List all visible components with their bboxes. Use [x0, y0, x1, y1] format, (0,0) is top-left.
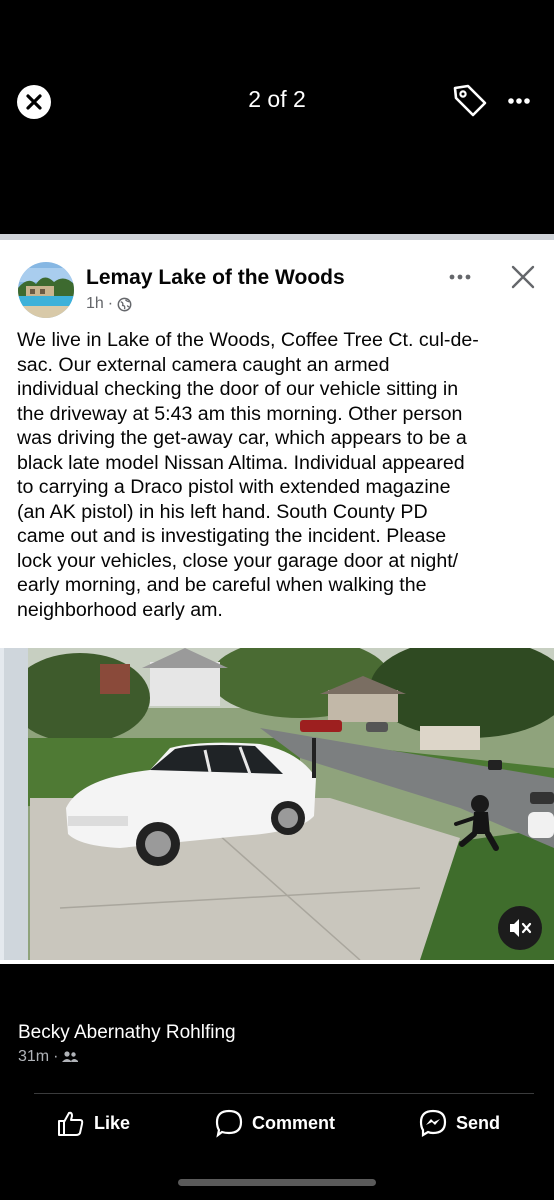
more-horizontal-icon	[449, 274, 471, 280]
meta-separator: ·	[107, 295, 114, 312]
post-body: We live in Lake of the Woods, Coffee Tre…	[17, 328, 542, 622]
send-button[interactable]: Send	[418, 1106, 500, 1140]
home-indicator[interactable]	[178, 1179, 376, 1186]
like-label: Like	[94, 1112, 131, 1133]
send-label: Send	[456, 1112, 501, 1133]
tag-button[interactable]	[450, 82, 490, 120]
post-card: Lemay Lake of the Woods 1h · We live in …	[0, 240, 554, 964]
post-more-button[interactable]	[444, 266, 476, 288]
comment-bubble-icon	[215, 1109, 243, 1138]
post-text-line: lock your vehicles, close your garage do…	[17, 549, 459, 572]
comment-time[interactable]: 31m	[18, 1048, 49, 1066]
post-text-line: neighborhood early am.	[17, 598, 223, 621]
tag-icon	[453, 84, 487, 117]
post-text-line: black late model Nissan Altima. Individu…	[17, 451, 465, 474]
post-text-line: (an AK pistol) in his left hand. South C…	[17, 500, 428, 523]
post-meta: 1h ·	[86, 295, 132, 313]
page-name[interactable]: Lemay Lake of the Woods	[86, 266, 345, 290]
comment-button[interactable]: Comment	[214, 1106, 335, 1140]
post-text-line: came out and is investigating the incide…	[17, 525, 447, 547]
avatar-image	[18, 262, 74, 318]
thumbs-up-icon	[58, 1111, 84, 1136]
post-text-line: sac. Our external camera caught an armed	[17, 353, 390, 376]
more-options-button[interactable]	[502, 88, 536, 114]
speaker-muted-icon	[510, 919, 532, 937]
post-text-line: We live in Lake of the Woods, Coffee Tre…	[17, 329, 479, 351]
post-time[interactable]: 1h	[86, 295, 104, 313]
comment-label: Comment	[252, 1112, 336, 1133]
post-text-line: the driveway at 5:43 am this morning. Ot…	[17, 402, 463, 425]
meta-separator: ·	[53, 1048, 59, 1065]
more-icon	[508, 98, 530, 104]
comment-author[interactable]: Becky Abernathy Rohlfing	[18, 1022, 236, 1044]
viewer-top-bar: 2 of 2	[0, 0, 554, 200]
mute-toggle-button[interactable]	[498, 906, 542, 950]
post-video[interactable]	[0, 648, 554, 960]
post-text-line: was driving the get-away car, which appe…	[17, 427, 467, 449]
close-x-icon	[511, 265, 535, 289]
messenger-icon	[419, 1109, 447, 1137]
action-divider	[34, 1093, 534, 1094]
post-text-line: individual checking the door of our vehi…	[17, 378, 459, 400]
comment-meta: 31m ·	[18, 1048, 79, 1066]
page-avatar[interactable]	[18, 262, 74, 318]
friends-icon	[62, 1051, 79, 1062]
like-button[interactable]: Like	[56, 1106, 130, 1140]
globe-icon	[117, 297, 132, 311]
video-frame	[0, 648, 554, 960]
post-text-line: early morning, and be careful when walki…	[17, 574, 427, 596]
post-hide-button[interactable]	[508, 262, 538, 292]
post-text-line: to carrying a Draco pistol with extended…	[17, 476, 451, 498]
